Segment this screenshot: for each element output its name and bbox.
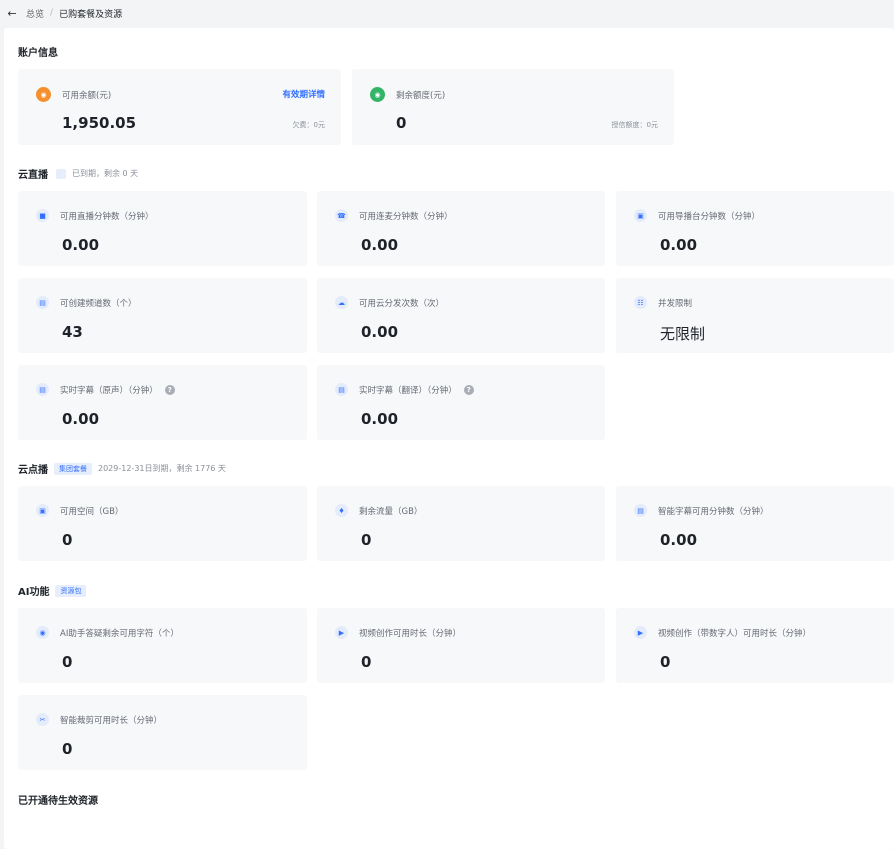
live-card-label: 可用云分发次数（次） xyxy=(359,298,445,309)
live-card-label: 实时字幕（翻译）（分钟） xyxy=(359,385,457,396)
video-icon: ▶ xyxy=(335,626,348,639)
live-card: ▤ 实时字幕（原声）（分钟）? 0.00 xyxy=(18,365,307,440)
vod-card: ▣ 可用空间（GB） 0 xyxy=(18,486,307,561)
live-card: ▣ 可用导播台分钟数（分钟） 0.00 xyxy=(616,191,894,266)
vod-card-value: 0 xyxy=(361,531,372,549)
live-card-value: 43 xyxy=(62,323,83,341)
vod-package-tag: 集团套餐 xyxy=(54,462,92,475)
account-title: 账户信息 xyxy=(18,48,58,59)
arrears-note: 欠费：0元 xyxy=(292,121,325,129)
vod-card-label: 可用空间（GB） xyxy=(60,506,124,517)
vod-card-value: 0.00 xyxy=(660,531,698,549)
live-card-value: 0.00 xyxy=(62,236,100,254)
storage-icon: ▣ xyxy=(36,504,49,517)
live-card: ☁ 可用云分发次数（次） 0.00 xyxy=(317,278,605,353)
breadcrumb-separator: / xyxy=(50,8,54,18)
live-card-value: 0.00 xyxy=(361,323,399,341)
live-icon: ■ xyxy=(36,209,49,222)
help-icon[interactable]: ? xyxy=(463,384,474,395)
balance-card: ◉ 可用余额(元) 有效期详情 1,950.05 欠费：0元 xyxy=(18,69,341,145)
live-card: ☎ 可用连麦分钟数（分钟） 0.00 xyxy=(317,191,605,266)
live-section-title: 云直播 已到期，剩余 0 天 xyxy=(18,166,138,181)
live-card-value: 0.00 xyxy=(660,236,698,254)
ai-card-label: AI助手答疑剩余可用字符（个） xyxy=(60,628,179,639)
live-card-value: 0.00 xyxy=(361,236,399,254)
main-panel: 账户信息 ◉ 可用余额(元) 有效期详情 1,950.05 欠费：0元 ◉ 剩余… xyxy=(4,28,894,849)
subtitle-icon: ▤ xyxy=(36,383,49,396)
monitor-icon: ▣ xyxy=(634,209,647,222)
live-card-label: 并发限制 xyxy=(658,298,693,309)
balance-label: 可用余额(元) xyxy=(62,90,112,101)
pending-section-title: 已开通待生效资源 xyxy=(18,792,98,807)
coin-icon: ◉ xyxy=(36,87,51,102)
account-section-title: 账户信息 xyxy=(18,44,58,59)
subtitle-icon: ▤ xyxy=(634,504,647,517)
ai-card-label: 视频创作（带数字人）可用时长（分钟） xyxy=(658,628,812,639)
traffic-icon: ♦ xyxy=(335,504,348,517)
validity-details-link[interactable]: 有效期详情 xyxy=(282,88,325,100)
quota-value: 0 xyxy=(396,114,407,132)
ai-card: ▶ 视频创作（带数字人）可用时长（分钟） 0 xyxy=(616,608,894,683)
credit-icon: ◉ xyxy=(370,87,385,102)
live-card: ■ 可用直播分钟数（分钟） 0.00 xyxy=(18,191,307,266)
credit-limit-note: 授信额度：0元 xyxy=(611,121,658,129)
breadcrumb-parent[interactable]: 总览 xyxy=(26,7,44,20)
live-card-value: 0.00 xyxy=(361,410,399,428)
live-status-tag xyxy=(56,168,66,179)
channel-icon: ▤ xyxy=(36,296,49,309)
live-card-label: 可用导播台分钟数（分钟） xyxy=(658,211,761,222)
quota-label: 剩余额度(元) xyxy=(396,90,446,101)
vod-section-title: 云点播 集团套餐 2029-12-31日到期，剩余 1776 天 xyxy=(18,461,226,476)
subtitle-icon: ▤ xyxy=(335,383,348,396)
live-card-value: 无限制 xyxy=(660,325,706,343)
live-card-label: 可用直播分钟数（分钟） xyxy=(60,211,154,222)
ai-card-value: 0 xyxy=(660,653,671,671)
back-arrow-icon[interactable]: ← xyxy=(6,7,18,20)
scissors-icon: ✂ xyxy=(36,713,49,726)
live-card: ▤ 实时字幕（翻译）（分钟）? 0.00 xyxy=(317,365,605,440)
ai-card: ✂ 智能裁剪可用时长（分钟） 0 xyxy=(18,695,307,770)
live-card-value: 0.00 xyxy=(62,410,100,428)
breadcrumb-bar: ← 总览 / 已购套餐及资源 xyxy=(0,0,894,26)
live-status-text: 已到期，剩余 0 天 xyxy=(72,169,139,178)
live-title: 云直播 xyxy=(18,170,48,181)
ai-title: AI功能 xyxy=(18,587,50,598)
live-card: ☷ 并发限制 无限制 xyxy=(616,278,894,353)
network-icon: ☷ xyxy=(634,296,647,309)
ai-card-label: 视频创作可用时长（分钟） xyxy=(359,628,462,639)
vod-status-text: 2029-12-31日到期，剩余 1776 天 xyxy=(98,464,226,473)
quota-card: ◉ 剩余额度(元) 0 授信额度：0元 xyxy=(352,69,674,145)
vod-title: 云点播 xyxy=(18,465,48,476)
vod-card-label: 智能字幕可用分钟数（分钟） xyxy=(658,506,769,517)
cloud-icon: ☁ xyxy=(335,296,348,309)
ai-icon: ◉ xyxy=(36,626,49,639)
pending-title: 已开通待生效资源 xyxy=(18,796,98,807)
live-card-label: 实时字幕（原声）（分钟） xyxy=(60,385,158,396)
ai-card: ◉ AI助手答疑剩余可用字符（个） 0 xyxy=(18,608,307,683)
phone-icon: ☎ xyxy=(335,209,348,222)
live-card-label: 可创建频道数（个） xyxy=(60,298,137,309)
vod-card-label: 剩余流量（GB） xyxy=(359,506,423,517)
ai-package-tag: 资源包 xyxy=(55,584,87,597)
video-icon: ▶ xyxy=(634,626,647,639)
ai-card-value: 0 xyxy=(62,740,73,758)
vod-card: ♦ 剩余流量（GB） 0 xyxy=(317,486,605,561)
ai-card-value: 0 xyxy=(361,653,372,671)
balance-value: 1,950.05 xyxy=(62,114,137,132)
ai-card: ▶ 视频创作可用时长（分钟） 0 xyxy=(317,608,605,683)
vod-card: ▤ 智能字幕可用分钟数（分钟） 0.00 xyxy=(616,486,894,561)
live-card-label: 可用连麦分钟数（分钟） xyxy=(359,211,453,222)
ai-section-title: AI功能 资源包 xyxy=(18,583,87,598)
ai-card-value: 0 xyxy=(62,653,73,671)
vod-card-value: 0 xyxy=(62,531,73,549)
breadcrumb-current: 已购套餐及资源 xyxy=(59,9,123,20)
live-card: ▤ 可创建频道数（个） 43 xyxy=(18,278,307,353)
ai-card-label: 智能裁剪可用时长（分钟） xyxy=(60,715,163,726)
help-icon[interactable]: ? xyxy=(164,384,175,395)
